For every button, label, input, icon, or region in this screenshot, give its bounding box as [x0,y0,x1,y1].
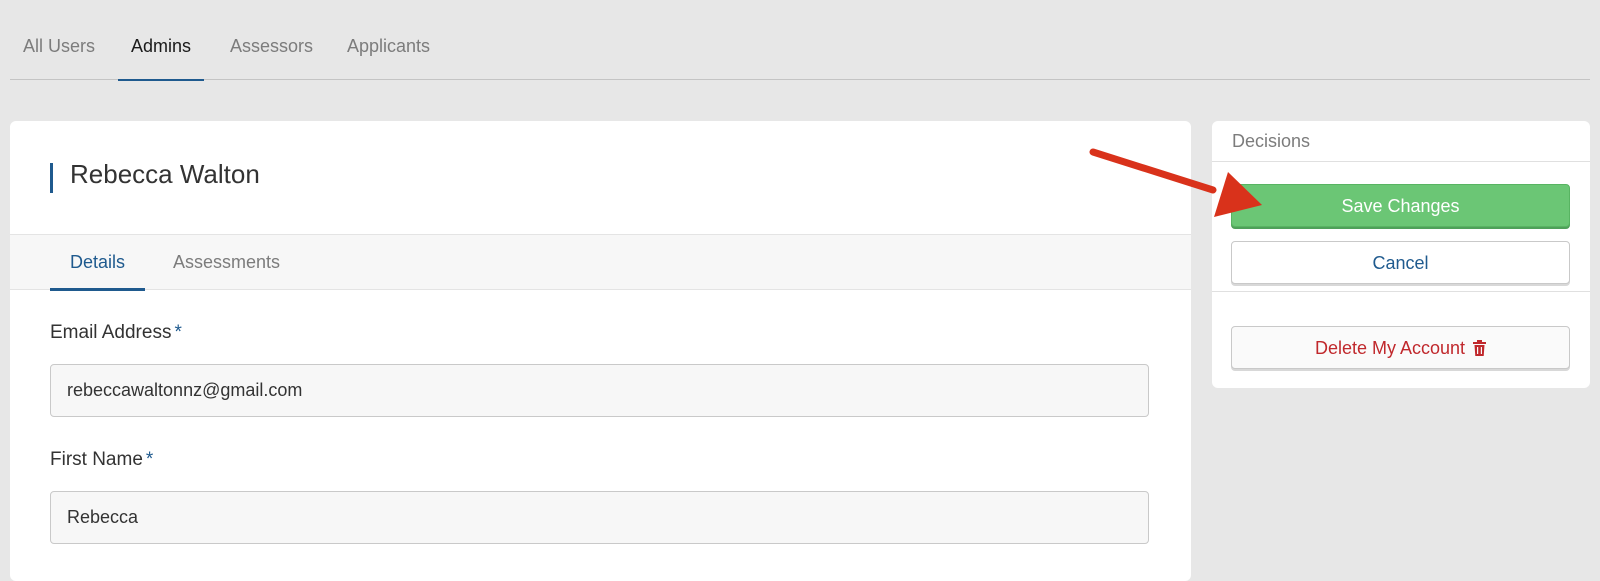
detail-tabs: Details Assessments [10,234,1191,291]
tab-admins[interactable]: Admins [117,0,205,81]
decisions-panel: Decisions Save Changes Cancel Delete My … [1212,121,1590,388]
cancel-button[interactable]: Cancel [1231,241,1570,284]
tab-details[interactable]: Details [49,235,146,291]
trash-icon [1473,329,1487,371]
divider [1212,291,1590,292]
divider [1212,161,1590,162]
tab-applicants[interactable]: Applicants [347,0,430,80]
email-label: Email Address * [50,322,182,343]
user-type-tabs: All Users Admins Assessors Applicants [10,0,1590,81]
first-name-field[interactable] [50,491,1149,544]
title-accent-bar [50,163,53,193]
delete-account-button[interactable]: Delete My Account [1231,326,1570,369]
decisions-title: Decisions [1232,131,1311,151]
page-title: Rebecca Walton [70,159,260,189]
email-field[interactable] [50,364,1149,417]
tab-assessments[interactable]: Assessments [173,235,280,290]
required-marker: * [174,322,182,343]
tab-all-users[interactable]: All Users [23,0,95,80]
tab-assessors[interactable]: Assessors [230,0,313,80]
first-name-label: First Name * [50,449,154,470]
user-detail-card: Rebecca Walton Details Assessments Email… [10,121,1191,581]
required-marker: * [145,449,154,470]
save-changes-button[interactable]: Save Changes [1231,184,1570,227]
delete-account-label: Delete My Account [1314,338,1466,358]
